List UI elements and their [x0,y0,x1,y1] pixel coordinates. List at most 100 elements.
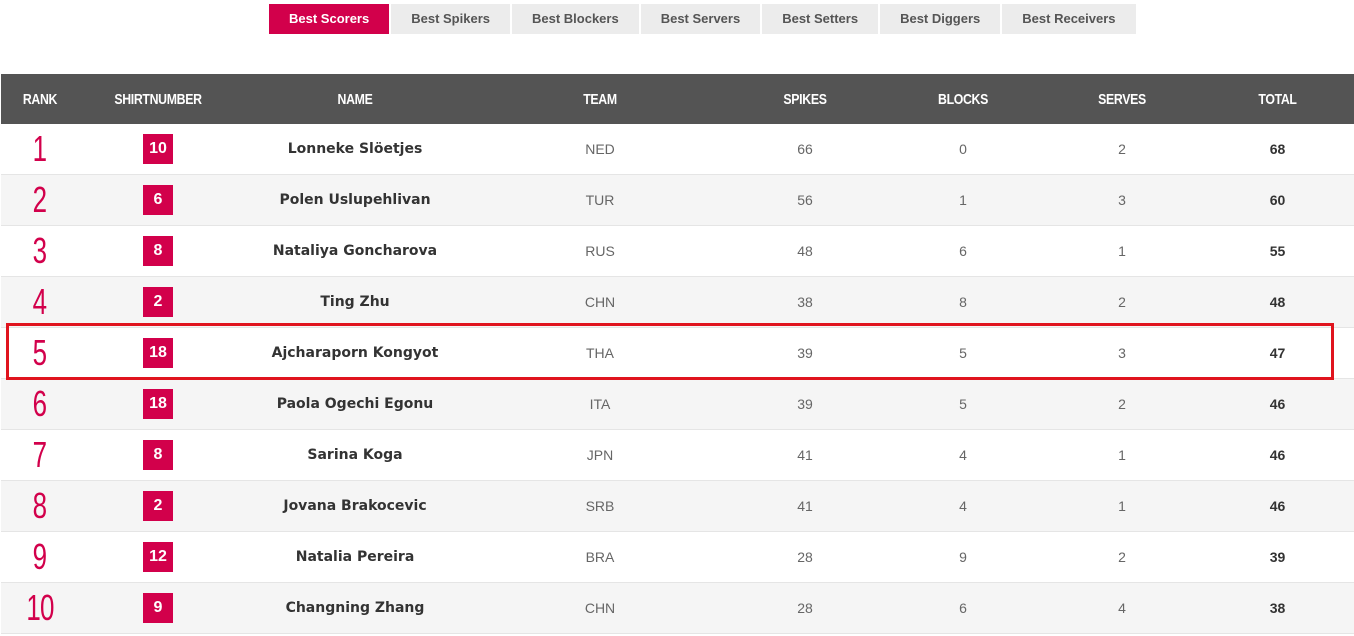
total-value: 39 [1269,549,1286,565]
player-name[interactable]: Changning Zhang [237,600,473,616]
spikes-value: 66 [797,141,813,157]
tab-best-spikers[interactable]: Best Spikers [391,4,510,34]
player-name[interactable]: Paola Ogechi Egonu [237,396,473,412]
table-row[interactable]: 8 2 Jovana Brakocevic SRB 41 4 1 46 [1,481,1354,532]
total-value: 46 [1269,396,1286,412]
shirt-cell: 2 [79,491,237,521]
table-row[interactable]: 7 8 Sarina Koga JPN 41 4 1 46 [1,430,1354,481]
tab-best-setters[interactable]: Best Setters [762,4,879,34]
shirtnumber-badge: 8 [143,440,173,470]
rank-cell: 9 [1,539,79,575]
column-header-rank[interactable]: RANK [8,91,72,108]
rank-number: 3 [33,230,47,271]
rank-number: 10 [26,587,54,628]
team-code: CHN [584,600,616,616]
team-code: JPN [586,447,614,463]
tab-best-receivers[interactable]: Best Receivers [1002,4,1136,34]
tab-best-servers[interactable]: Best Servers [640,4,761,34]
serves-value: 2 [1118,549,1126,565]
shirt-cell: 10 [79,134,237,164]
shirt-cell: 8 [79,236,237,266]
serves-value: 1 [1118,243,1126,259]
shirtnumber-badge: 8 [143,236,173,266]
team-code: BRA [585,549,615,565]
table-row[interactable]: 5 18 Ajcharaporn Kongyot THA 39 5 3 47 [1,328,1354,379]
total-value: 46 [1269,498,1286,514]
spikes-value: 41 [797,498,813,514]
blocks-value: 5 [959,396,967,412]
team-code: THA [586,345,614,361]
table-row[interactable]: 6 18 Paola Ogechi Egonu ITA 39 5 2 46 [1,379,1354,430]
shirtnumber-badge: 2 [143,287,173,317]
rank-cell: 4 [1,284,79,320]
serves-value: 2 [1118,396,1126,412]
total-value: 55 [1269,243,1286,259]
spikes-value: 39 [797,345,813,361]
table-row[interactable]: 9 12 Natalia Pereira BRA 28 9 2 39 [1,532,1354,583]
column-header-serves[interactable]: SERVES [1057,91,1187,108]
player-name[interactable]: Sarina Koga [237,447,473,463]
rank-cell: 3 [1,233,79,269]
tab-best-scorers[interactable]: Best Scorers [269,4,390,34]
player-name[interactable]: Natalia Pereira [237,549,473,565]
blocks-value: 6 [959,600,967,616]
column-header-blocks[interactable]: BLOCKS [897,91,1028,108]
column-header-team[interactable]: TEAM [496,91,704,108]
total-value: 60 [1269,192,1286,208]
player-name[interactable]: Lonneke Slöetjes [237,141,473,157]
blocks-value: 5 [959,345,967,361]
player-name[interactable]: Ajcharaporn Kongyot [237,345,473,361]
player-name[interactable]: Ting Zhu [237,294,473,310]
player-name[interactable]: Nataliya Goncharova [237,243,473,259]
blocks-value: 8 [959,294,967,310]
rank-number: 6 [33,383,47,424]
serves-value: 2 [1118,141,1126,157]
rank-cell: 8 [1,488,79,524]
blocks-value: 4 [959,447,967,463]
tab-best-blockers[interactable]: Best Blockers [511,4,639,34]
blocks-value: 9 [959,549,967,565]
table-row[interactable]: 10 9 Changning Zhang CHN 28 6 4 38 [1,583,1354,634]
rank-cell: 7 [1,437,79,473]
blocks-value: 4 [959,498,967,514]
shirt-cell: 9 [79,593,237,623]
player-name[interactable]: Jovana Brakocevic [237,498,473,514]
serves-value: 3 [1118,192,1126,208]
player-name[interactable]: Polen Uslupehlivan [237,192,473,208]
spikes-value: 39 [797,396,813,412]
spikes-value: 28 [797,600,813,616]
scorers-table: RANK SHIRTNUMBER NAME TEAM SPIKES BLOCKS… [1,74,1354,634]
column-header-shirtnumber[interactable]: SHIRTNUMBER [93,91,223,108]
rank-number: 9 [33,536,47,577]
rank-cell: 1 [1,131,79,167]
serves-value: 4 [1118,600,1126,616]
shirtnumber-badge: 6 [143,185,173,215]
total-value: 48 [1269,294,1286,310]
team-code: NED [585,141,615,157]
team-code: TUR [585,192,615,208]
rank-cell: 2 [1,182,79,218]
total-value: 47 [1269,345,1286,361]
table-row[interactable]: 4 2 Ting Zhu CHN 38 8 2 48 [1,277,1354,328]
table-header: RANK SHIRTNUMBER NAME TEAM SPIKES BLOCKS… [1,74,1354,124]
column-header-name[interactable]: NAME [258,91,452,108]
spikes-value: 28 [797,549,813,565]
table-row[interactable]: 3 8 Nataliya Goncharova RUS 48 6 1 55 [1,226,1354,277]
table-row[interactable]: 2 6 Polen Uslupehlivan TUR 56 1 3 60 [1,175,1354,226]
rank-number: 1 [33,128,47,169]
spikes-value: 56 [797,192,813,208]
total-value: 38 [1269,600,1286,616]
shirtnumber-badge: 18 [143,389,173,419]
rank-number: 5 [33,332,47,373]
shirt-cell: 18 [79,338,237,368]
rank-number: 8 [33,485,47,526]
shirt-cell: 12 [79,542,237,572]
tab-best-diggers[interactable]: Best Diggers [880,4,1001,34]
column-header-spikes[interactable]: SPIKES [741,91,869,108]
blocks-value: 1 [959,192,967,208]
spikes-value: 38 [797,294,813,310]
column-header-total[interactable]: TOTAL [1215,91,1340,108]
table-row[interactable]: 1 10 Lonneke Slöetjes NED 66 0 2 68 [1,124,1354,175]
shirt-cell: 18 [79,389,237,419]
spikes-value: 41 [797,447,813,463]
